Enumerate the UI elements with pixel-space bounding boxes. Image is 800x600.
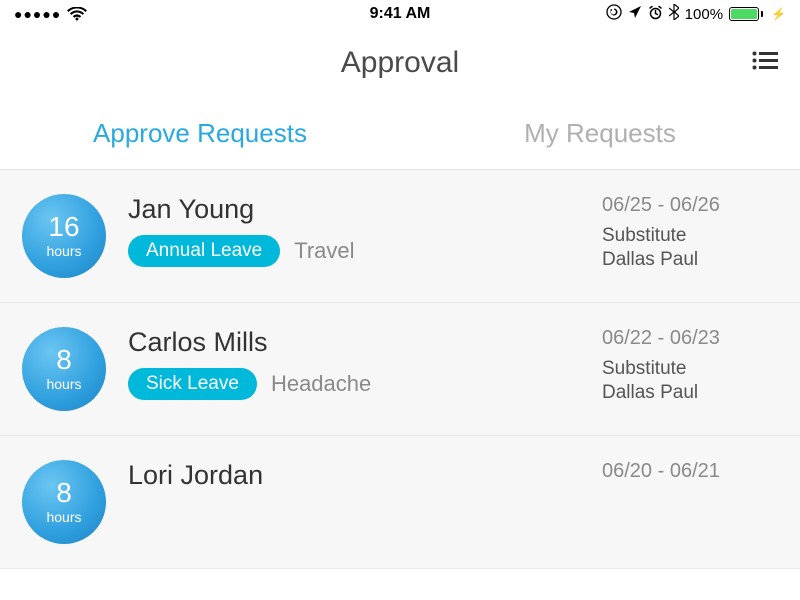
avatar: 8 hours xyxy=(22,327,106,411)
wifi-icon xyxy=(67,7,87,21)
list-icon xyxy=(752,51,778,71)
hours-number: 16 xyxy=(48,213,79,241)
alarm-icon xyxy=(648,5,663,24)
requester-name: Carlos Mills xyxy=(128,327,602,358)
hours-unit: hours xyxy=(46,509,81,525)
location-icon xyxy=(628,5,642,23)
request-main: Lori Jordan xyxy=(128,460,602,501)
request-list: 16 hours Jan Young Annual Leave Travel 0… xyxy=(0,170,800,569)
request-meta: 06/25 - 06/26 Substitute Dallas Paul xyxy=(602,194,772,271)
battery-icon xyxy=(729,7,763,21)
request-meta: 06/22 - 06/23 Substitute Dallas Paul xyxy=(602,327,772,404)
leave-type-badge: Sick Leave xyxy=(128,368,257,400)
battery-percent: 100% xyxy=(685,6,723,23)
substitute-name: Dallas Paul xyxy=(602,249,772,271)
hours-number: 8 xyxy=(56,346,72,374)
status-right: 100% ⚡ xyxy=(606,4,786,24)
request-main: Carlos Mills Sick Leave Headache xyxy=(128,327,602,400)
rotation-lock-icon xyxy=(606,4,622,24)
date-range: 06/25 - 06/26 xyxy=(602,194,772,217)
signal-dots-icon: ●●●●● xyxy=(14,6,61,22)
tab-approve-requests[interactable]: Approve Requests xyxy=(0,98,400,169)
request-row[interactable]: 8 hours Carlos Mills Sick Leave Headache… xyxy=(0,303,800,436)
leave-row: Sick Leave Headache xyxy=(128,368,602,400)
status-bar: ●●●●● 9:41 AM 100% ⚡ xyxy=(0,0,800,28)
tab-my-requests[interactable]: My Requests xyxy=(400,98,800,169)
requester-name: Jan Young xyxy=(128,194,602,225)
leave-row: Annual Leave Travel xyxy=(128,235,602,267)
substitute-name: Dallas Paul xyxy=(602,382,772,404)
hours-unit: hours xyxy=(46,376,81,392)
nav-bar: Approval xyxy=(0,28,800,98)
leave-reason: Travel xyxy=(294,238,354,264)
hours-number: 8 xyxy=(56,479,72,507)
leave-type-badge: Annual Leave xyxy=(128,235,280,267)
status-left: ●●●●● xyxy=(14,6,87,22)
requester-name: Lori Jordan xyxy=(128,460,602,491)
date-range: 06/20 - 06/21 xyxy=(602,460,772,483)
avatar: 16 hours xyxy=(22,194,106,278)
list-view-button[interactable] xyxy=(752,51,778,76)
date-range: 06/22 - 06/23 xyxy=(602,327,772,350)
substitute-label: Substitute xyxy=(602,225,772,247)
tabs: Approve Requests My Requests xyxy=(0,98,800,170)
request-row[interactable]: 8 hours Lori Jordan 06/20 - 06/21 xyxy=(0,436,800,569)
request-main: Jan Young Annual Leave Travel xyxy=(128,194,602,267)
request-row[interactable]: 16 hours Jan Young Annual Leave Travel 0… xyxy=(0,170,800,303)
status-time: 9:41 AM xyxy=(370,5,431,23)
bluetooth-icon xyxy=(669,4,679,24)
leave-reason: Headache xyxy=(271,371,371,397)
page-title: Approval xyxy=(341,46,459,80)
hours-unit: hours xyxy=(46,243,81,259)
substitute-label: Substitute xyxy=(602,358,772,380)
avatar: 8 hours xyxy=(22,460,106,544)
request-meta: 06/20 - 06/21 xyxy=(602,460,772,491)
charging-icon: ⚡ xyxy=(771,7,786,21)
